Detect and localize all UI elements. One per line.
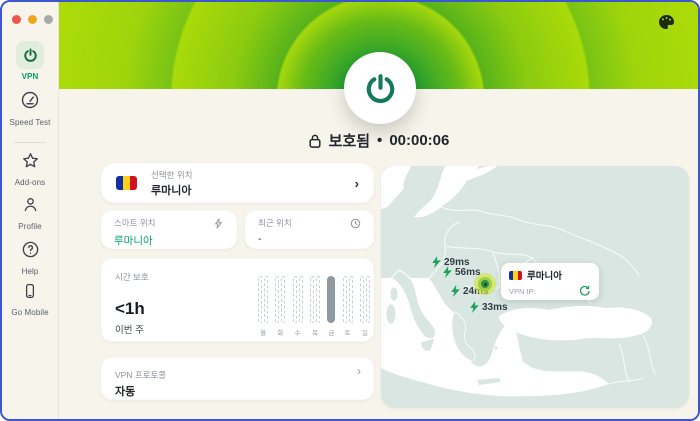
card-label: 스마트 위치 [114,218,156,228]
bar-day: 토 [342,276,353,337]
star-icon [21,151,40,175]
bar-day: 수 [292,276,303,337]
power-icon [366,73,394,103]
bolt-icon [432,256,441,268]
smart-location-card[interactable]: 스마트 위치 루마니아 [101,210,237,249]
card-value: - [258,233,262,245]
selected-location-card[interactable]: 선택한 위치 루마니아 › [101,163,374,203]
card-value: 자동 [115,386,136,398]
card-label: 시간 보호 [115,272,149,282]
sidebar-divider [14,142,46,143]
time-protected-value: <1h [115,299,145,318]
sidebar-item-go-mobile[interactable]: Go Mobile [2,282,58,317]
card-label: VPN 프로토콜 [115,370,167,380]
sidebar-item-label: Help [21,267,39,276]
phone-icon [21,282,39,305]
speedometer-icon [20,90,40,115]
tooltip-country: 루마니아 [527,271,562,282]
ping-marker: 33ms [469,301,508,313]
minimize-window-button[interactable] [28,15,37,24]
sidebar-item-add-ons[interactable]: Add-ons [2,151,58,187]
bar-day-active: 금 [327,276,336,337]
connection-status: 보호됨 • 00:00:06 [59,130,698,151]
vpn-protocol-card[interactable]: VPN 프로토콜 › 자동 [101,357,374,400]
sidebar-item-speed-test[interactable]: Speed Test [2,90,58,127]
status-label: 보호됨 [328,133,371,150]
sidebar-item-label: Go Mobile [11,308,49,317]
clock-icon [350,218,361,228]
close-window-button[interactable] [12,15,21,24]
tooltip-ip-label: VPN IP: [509,286,536,296]
palette-icon[interactable] [658,14,675,31]
app-window: VPN Speed Test Add-ons Profile Help Go M… [0,0,700,421]
main-panel: 보호됨 • 00:00:06 선택한 위치 루마니아 › 스마트 위치 루마니아… [59,2,698,419]
zoom-window-button[interactable] [44,15,53,24]
sidebar: VPN Speed Test Add-ons Profile Help Go M… [2,2,59,419]
bar-day: 화 [275,276,286,337]
person-icon [21,195,40,219]
question-icon [21,240,40,264]
europe-map: 29ms 56ms 24ms 33ms [381,166,689,408]
lock-icon [309,134,321,148]
power-button[interactable] [344,52,416,124]
weekly-usage-bar-chart: 월 화 수 목 금 토 일 [258,276,370,337]
recent-location-card[interactable]: 최근 위치 - [245,210,374,249]
chevron-right-icon: › [354,175,359,191]
status-separator: • [377,132,383,149]
vpn-app-window: VPN Speed Test Add-ons Profile Help Go M… [0,0,700,421]
chevron-right-icon: › [357,364,361,378]
card-value: 루마니아 [114,235,153,247]
refresh-icon[interactable] [579,285,591,297]
bolt-icon [470,301,479,313]
selected-location-text: 선택한 위치 루마니아 [151,169,192,198]
bar-day: 목 [309,276,320,337]
bar-day: 월 [258,276,268,337]
card-label: 최근 위치 [258,218,292,228]
sidebar-item-help[interactable]: Help [2,240,58,276]
time-protected-sublabel: 이번 주 [115,325,144,336]
flash-icon [215,217,222,229]
server-tooltip: 루마니아 VPN IP: [501,263,599,300]
romania-flag [509,270,522,280]
sidebar-item-profile[interactable]: Profile [2,195,58,231]
card-value: 루마니아 [151,184,192,197]
sidebar-item-vpn[interactable]: VPN [2,41,58,81]
card-label: 선택한 위치 [151,169,193,180]
bar-day: 일 [359,276,370,337]
bolt-icon [451,285,460,297]
status-timer: 00:00:06 [389,132,450,149]
ping-value: 33ms [482,301,508,313]
time-protected-card: 시간 보호 <1h 이번 주 월 화 수 목 금 토 일 [101,258,374,342]
sidebar-item-label: Add-ons [14,178,46,187]
connected-server-marker[interactable] [474,273,496,295]
power-icon [16,41,44,69]
window-controls [12,15,53,24]
bolt-icon [443,266,452,278]
sidebar-item-label: Profile [18,222,42,231]
romania-flag [116,176,137,190]
sidebar-item-label: Speed Test [9,118,51,127]
sidebar-item-label: VPN [21,72,39,81]
